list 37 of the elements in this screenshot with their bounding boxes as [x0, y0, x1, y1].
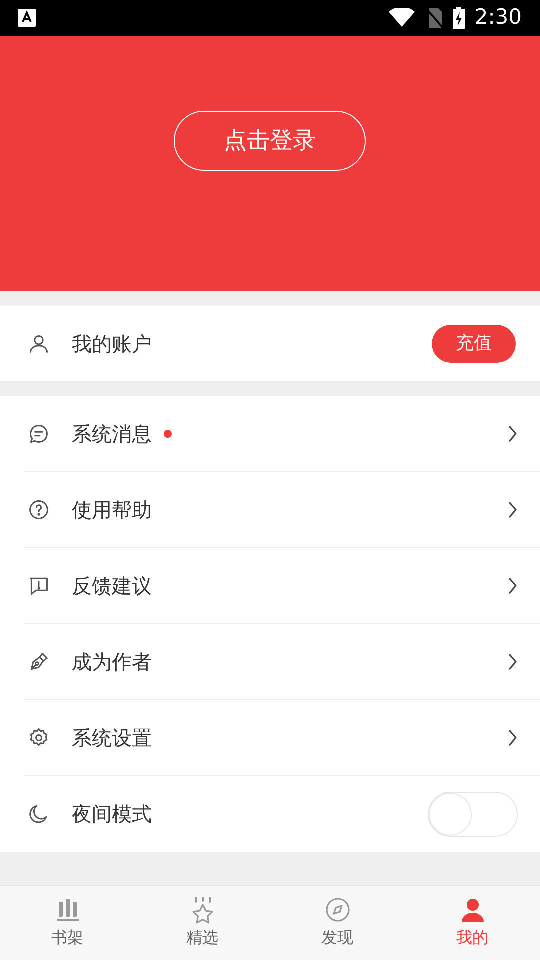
menu-row[interactable]: 夜间模式	[0, 776, 540, 852]
account-label: 我的账户	[72, 330, 152, 358]
chevron-right-icon	[508, 500, 518, 518]
chevron-right-icon	[508, 652, 518, 670]
recharge-button[interactable]: 充值	[432, 324, 516, 362]
menu-label: 成为作者	[72, 648, 152, 676]
nav-tab[interactable]: 书架	[0, 886, 135, 960]
menu-row[interactable]: 成为作者	[24, 624, 540, 700]
menu-row[interactable]: 系统设置	[24, 700, 540, 776]
account-row[interactable]: 我的账户 充值	[0, 306, 540, 381]
menu-label: 系统设置	[72, 724, 152, 752]
menu-row[interactable]: 系统消息	[24, 396, 540, 472]
app-notification-icon	[18, 9, 36, 27]
nav-tab[interactable]: 发现	[270, 886, 405, 960]
menu-label: 系统消息	[72, 420, 152, 448]
pen-icon	[28, 650, 50, 672]
chevron-right-icon	[508, 728, 518, 746]
login-button[interactable]: 点击登录	[174, 111, 366, 171]
status-time: 2:30	[474, 4, 522, 32]
menu-label: 反馈建议	[72, 572, 152, 600]
help-icon	[28, 498, 50, 520]
nav-tab[interactable]: 精选	[135, 886, 270, 960]
menu-row[interactable]: 使用帮助	[24, 472, 540, 548]
night-mode-switch[interactable]	[428, 792, 518, 836]
compass-icon	[324, 896, 352, 924]
settings-icon	[28, 726, 50, 748]
nav-tab[interactable]: 我的	[405, 886, 540, 960]
moon-icon	[28, 803, 50, 825]
menu-row[interactable]: 反馈建议	[24, 548, 540, 624]
battery-charging-icon	[452, 7, 465, 29]
chevron-right-icon	[508, 424, 518, 442]
message-icon	[28, 422, 50, 444]
wifi-icon	[388, 8, 415, 28]
menu-label: 使用帮助	[72, 496, 152, 524]
menu-label: 夜间模式	[72, 801, 152, 828]
user-icon	[28, 332, 50, 354]
chevron-right-icon	[508, 576, 518, 594]
